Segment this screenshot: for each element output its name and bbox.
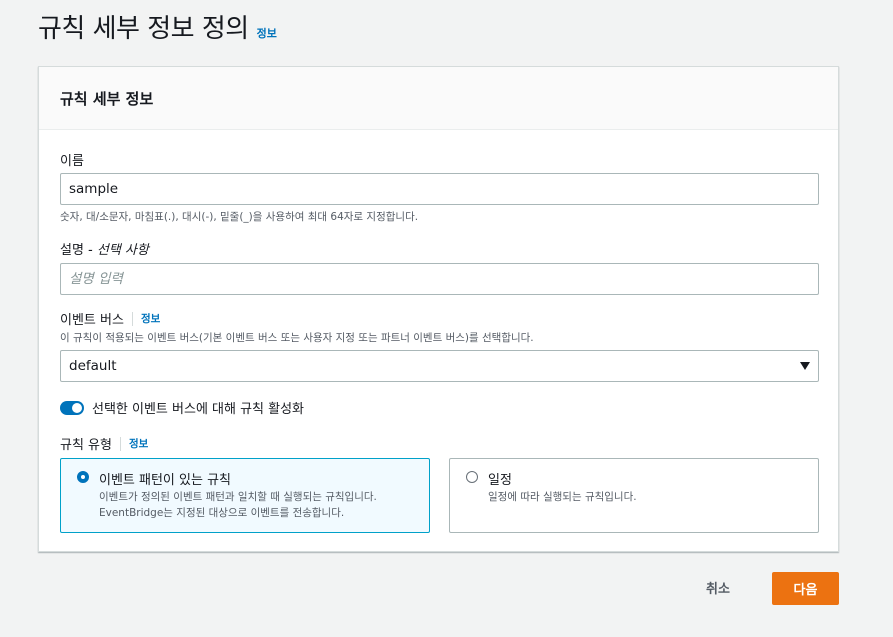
page-info-link[interactable]: 정보 [257,25,277,41]
page-title: 규칙 세부 정보 정의 [38,14,249,44]
event-bus-hint: 이 규칙이 적용되는 이벤트 버스(기본 이벤트 버스 또는 사용자 지정 또는… [60,332,534,344]
rule-type-label-row: 규칙 유형 정보 [60,434,148,453]
rule-type-label: 규칙 유형 [60,438,112,453]
enable-rule-toggle-row: 선택한 이벤트 버스에 대해 규칙 활성화 [60,398,304,417]
label-divider [119,436,121,451]
description-optional-text: - 선택 사항 [83,243,149,258]
rule-type-info-link[interactable]: 정보 [129,436,148,451]
option-description-line: 이벤트가 정의된 이벤트 패턴과 일치할 때 실행되는 규칙입니다. [99,491,377,503]
description-label: 설명 - 선택 사항 [60,239,149,258]
radio-selected-icon[interactable] [77,471,89,483]
card-title: 규칙 세부 정보 [60,89,154,108]
option-title: 일정 [488,473,512,488]
description-label-text: 설명 [60,243,84,258]
name-input[interactable] [60,173,819,205]
enable-rule-label: 선택한 이벤트 버스에 대해 규칙 활성화 [92,402,305,417]
event-bus-label-row: 이벤트 버스 정보 [60,309,160,328]
option-description-line: EventBridge는 지정된 대상으로 이벤트를 전송합니다. [99,507,345,519]
option-description: 이벤트가 정의된 이벤트 패턴과 일치할 때 실행되는 규칙입니다. Event… [99,489,419,521]
name-label: 이름 [60,154,84,169]
radio-unselected-icon[interactable] [466,471,478,483]
option-description: 일정에 따라 실행되는 규칙입니다. [488,489,808,505]
event-bus-selected-value: default [69,358,117,374]
card-header: 규칙 세부 정보 [39,67,838,130]
caret-down-icon [800,362,810,370]
next-button[interactable]: 다음 [772,572,839,605]
label-divider [131,311,133,326]
rule-details-card: 규칙 세부 정보 이름 숫자, 대/소문자, 마침표(.), 대시(-), 밑줄… [38,66,839,552]
rule-type-option-schedule[interactable]: 일정 일정에 따라 실행되는 규칙입니다. [449,458,819,533]
description-input[interactable] [60,263,819,295]
event-bus-label: 이벤트 버스 [60,313,124,328]
event-bus-info-link[interactable]: 정보 [141,311,160,326]
cancel-button[interactable]: 취소 [706,578,730,597]
event-bus-select[interactable]: default [60,350,819,382]
toggle-knob [72,402,82,413]
enable-rule-toggle[interactable] [60,400,84,415]
name-hint: 숫자, 대/소문자, 마침표(.), 대시(-), 밑줄(_)을 사용하여 최대… [60,211,419,223]
option-title: 이벤트 패턴이 있는 규칙 [99,473,231,488]
page-header: 규칙 세부 정보 정의 정보 [38,8,277,45]
option-description-line: 일정에 따라 실행되는 규칙입니다. [488,491,637,503]
rule-type-option-event-pattern[interactable]: 이벤트 패턴이 있는 규칙 이벤트가 정의된 이벤트 패턴과 일치할 때 실행되… [60,458,430,533]
